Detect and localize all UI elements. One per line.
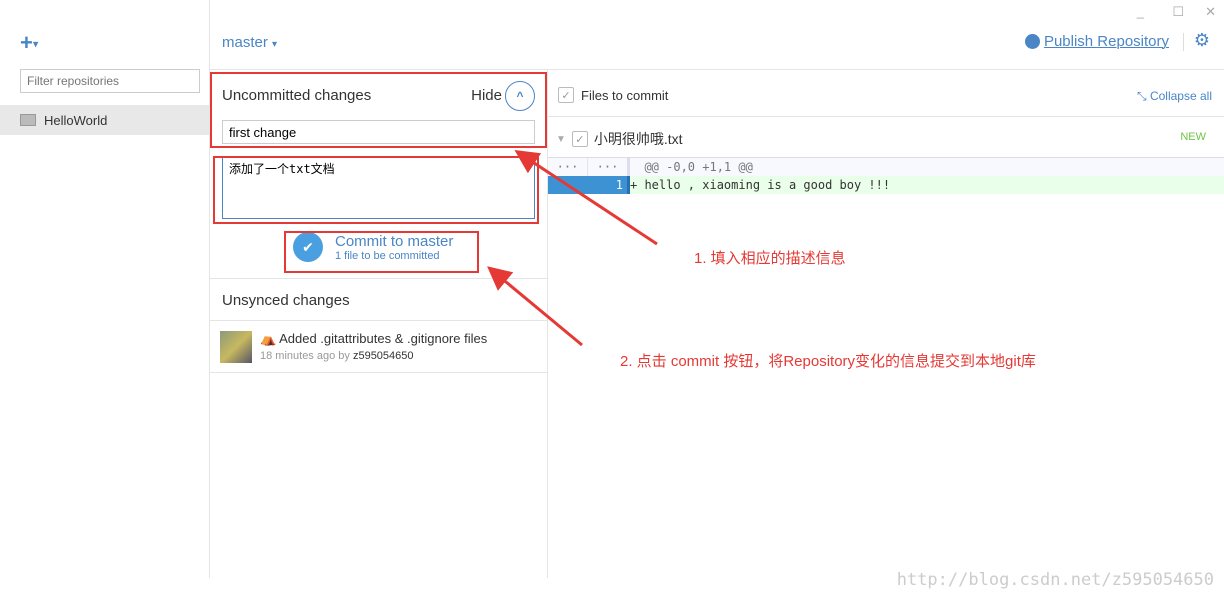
watermark: http://blog.csdn.net/z595054650 xyxy=(896,570,1214,590)
annotation-step1: 1. 填入相应的描述信息 xyxy=(694,250,846,267)
annotation-arrows xyxy=(487,150,658,347)
arrow-step1 xyxy=(514,150,658,246)
arrow-step2 xyxy=(487,266,583,347)
annotation-step2: 2. 点击 commit 按钮，将Repository变化的信息提交到本地git… xyxy=(620,353,1036,370)
